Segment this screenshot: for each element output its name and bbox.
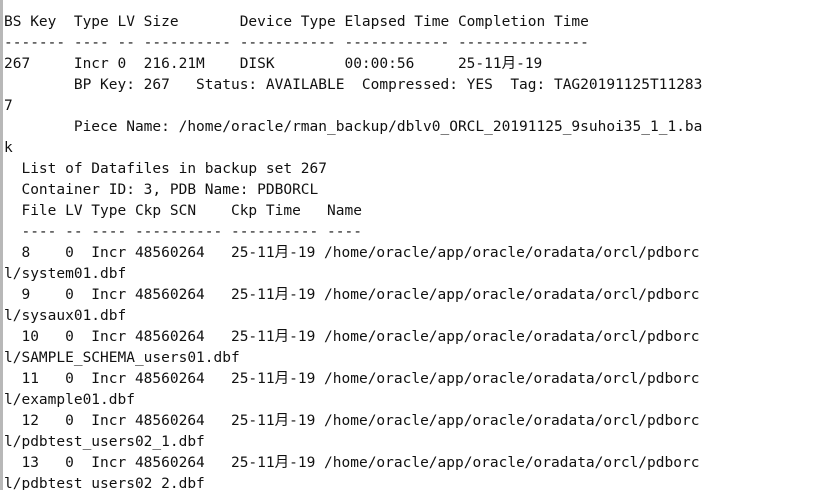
- bp-key-line: BP Key: 267 Status: AVAILABLE Compressed…: [4, 77, 703, 93]
- backup-set-row: 267 Incr 0 216.21M DISK 00:00:56 25-11月-…: [4, 56, 543, 72]
- bp-key-line-wrap: 7: [4, 98, 13, 114]
- datafile-row-wrap: l/system01.dbf: [4, 266, 127, 282]
- left-edge-bar: [0, 0, 3, 490]
- datafile-row-wrap: l/pdbtest_users02_2.dbf: [4, 476, 205, 490]
- datafile-row-wrap: l/pdbtest_users02_1.dbf: [4, 434, 205, 450]
- datafile-list-heading: List of Datafiles in backup set 267: [4, 161, 328, 177]
- datafile-row: 9 0 Incr 48560264 25-11月-19 /home/oracle…: [4, 287, 700, 303]
- terminal-window[interactable]: BS Key Type LV Size Device Type Elapsed …: [0, 0, 840, 490]
- datafile-row-wrap: l/SAMPLE_SCHEMA_users01.dbf: [4, 350, 240, 366]
- header-separator: ------- ---- -- ---------- ----------- -…: [4, 35, 589, 51]
- datafile-row: 10 0 Incr 48560264 25-11月-19 /home/oracl…: [4, 329, 700, 345]
- datafile-row: 13 0 Incr 48560264 25-11月-19 /home/oracl…: [4, 455, 700, 471]
- terminal-output[interactable]: BS Key Type LV Size Device Type Elapsed …: [4, 12, 702, 490]
- container-info-line: Container ID: 3, PDB Name: PDBORCL: [4, 182, 319, 198]
- datafile-column-headers: File LV Type Ckp SCN Ckp Time Name: [4, 203, 362, 219]
- header-row: BS Key Type LV Size Device Type Elapsed …: [4, 14, 589, 30]
- piece-name-line-wrap: k: [4, 140, 13, 156]
- datafile-row-wrap: l/example01.dbf: [4, 392, 135, 408]
- piece-name-line: Piece Name: /home/oracle/rman_backup/dbl…: [4, 119, 703, 135]
- datafile-row: 8 0 Incr 48560264 25-11月-19 /home/oracle…: [4, 245, 700, 261]
- datafile-column-separator: ---- -- ---- ---------- ---------- ----: [4, 224, 362, 240]
- datafile-row: 11 0 Incr 48560264 25-11月-19 /home/oracl…: [4, 371, 700, 387]
- datafile-row: 12 0 Incr 48560264 25-11月-19 /home/oracl…: [4, 413, 700, 429]
- datafile-row-wrap: l/sysaux01.dbf: [4, 308, 127, 324]
